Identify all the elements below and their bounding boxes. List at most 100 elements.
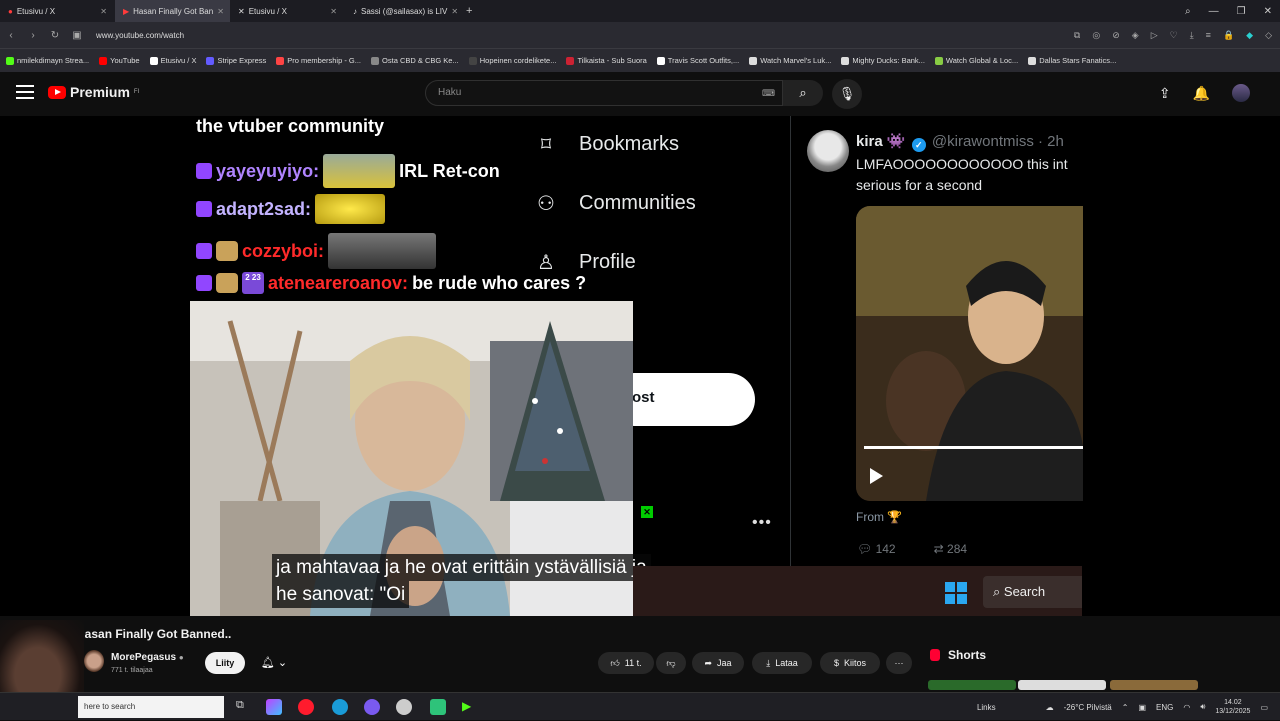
subscription-bell-button[interactable]: 🔔︎ ⌄ xyxy=(252,652,296,674)
like-button[interactable]: 👍︎ 11 t. xyxy=(598,652,654,674)
account-avatar[interactable] xyxy=(1232,84,1250,102)
thanks-button[interactable]: $ Kiitos xyxy=(820,652,880,674)
address-bar-tools: ⧉ ◎ ⊘ ◈ ▷ ♡ ⤓ ≡ 🔒 ◆ ◇ xyxy=(1074,22,1272,48)
bookmark-item[interactable]: Etusivu / X xyxy=(149,56,197,65)
bookmark-item[interactable]: Mighty Ducks: Bank... xyxy=(841,56,925,65)
menu-icon[interactable]: ≡ xyxy=(1206,30,1211,40)
share-button[interactable]: ➦ Jaa xyxy=(692,652,744,674)
tweet-author-name[interactable]: kira xyxy=(856,133,883,150)
close-tab-icon[interactable]: ✕ xyxy=(330,7,337,16)
shorts-label: Shorts xyxy=(948,648,987,662)
close-tab-icon[interactable]: ✕ xyxy=(451,7,458,16)
youtube-premium-logo[interactable]: Premium FI xyxy=(48,84,139,100)
dislike-button[interactable]: 👎︎ xyxy=(656,652,686,674)
kick-icon[interactable]: ▶ xyxy=(462,699,478,715)
download-icon[interactable]: ⤓ xyxy=(1190,30,1194,41)
play-icon[interactable]: ▷ xyxy=(1151,30,1158,41)
chevron-down-icon: ⌄ xyxy=(277,657,288,669)
browser-tab[interactable]: ♪ Sassi (@sailasax) is LIV ✕ xyxy=(345,0,460,22)
short-thumbnail[interactable] xyxy=(1018,680,1106,690)
vpn-icon[interactable]: ◈ xyxy=(1132,30,1139,41)
more-options-icon[interactable]: ••• xyxy=(752,514,772,532)
close-tab-icon[interactable]: ✕ xyxy=(217,7,224,16)
url-field[interactable]: www.youtube.com/watch xyxy=(96,31,184,40)
volume-icon[interactable]: 🔊︎ xyxy=(1200,702,1205,712)
taskbar-search-input[interactable]: here to search xyxy=(78,696,224,718)
video-progress-bar[interactable] xyxy=(864,446,1083,449)
search-input[interactable]: Haku xyxy=(425,80,783,106)
close-tab-icon[interactable]: ✕ xyxy=(100,7,107,16)
play-icon[interactable] xyxy=(870,468,883,484)
reload-icon[interactable]: ↻ xyxy=(44,30,66,41)
browser-tab[interactable]: ● Etusivu / X ✕ xyxy=(0,0,115,22)
language-indicator[interactable]: ENG xyxy=(1156,703,1173,712)
obs-icon[interactable] xyxy=(430,699,446,715)
browser-tab-active[interactable]: ▶ Hasan Finally Got Ban ✕ xyxy=(115,0,230,22)
user-badge-icon xyxy=(216,273,238,293)
edge-icon[interactable] xyxy=(332,699,348,715)
bookmark-item[interactable]: Travis Scott Outfits,... xyxy=(656,56,740,65)
weather-text[interactable]: -26°C Pilvistä xyxy=(1064,703,1112,712)
bookmark-item[interactable]: Osta CBD & CBG Ke... xyxy=(371,56,459,65)
lock-icon[interactable]: 🔒 xyxy=(1223,30,1234,41)
bookmark-label: Travis Scott Outfits,... xyxy=(667,56,740,65)
short-thumbnail[interactable] xyxy=(1110,680,1198,690)
links-label[interactable]: Links xyxy=(977,703,996,712)
camera-icon[interactable]: ◎ xyxy=(1092,30,1100,41)
wifi-icon[interactable]: ◠ xyxy=(1183,703,1190,712)
heart-icon[interactable]: ♡ xyxy=(1170,30,1178,41)
download-button[interactable]: ⤓ Lataa xyxy=(752,652,812,674)
search-tabs-icon[interactable]: ⌕ xyxy=(1185,6,1191,17)
new-tab-button[interactable]: + xyxy=(460,5,478,17)
back-icon[interactable]: ‹ xyxy=(0,30,22,41)
keyboard-icon[interactable]: ⌨ xyxy=(762,88,775,99)
minimize-icon[interactable]: — xyxy=(1209,6,1219,17)
forward-icon[interactable]: › xyxy=(22,30,44,41)
maximize-icon[interactable]: ❐ xyxy=(1237,6,1246,17)
x-menu-communities[interactable]: ⚇ Communities xyxy=(535,191,696,216)
close-window-icon[interactable]: ✕ xyxy=(1264,6,1272,17)
tweet-video[interactable] xyxy=(856,206,1083,501)
app-icon[interactable] xyxy=(396,699,412,715)
notification-icon[interactable]: ▭ xyxy=(1260,703,1268,712)
notifications-bell-icon[interactable]: 🔔 xyxy=(1193,85,1210,102)
discord-icon[interactable] xyxy=(364,699,380,715)
bookmark-item[interactable]: Watch Marvel's Luk... xyxy=(749,56,831,65)
clock[interactable]: 14.02 13/12/2025 xyxy=(1215,698,1250,716)
hamburger-menu-icon[interactable] xyxy=(16,85,34,99)
ai-icon[interactable]: ◆ xyxy=(1246,30,1253,41)
cube-icon[interactable]: ◇ xyxy=(1265,30,1272,41)
join-button[interactable]: Liity xyxy=(205,652,245,674)
more-actions-button[interactable]: ··· xyxy=(886,652,912,674)
bookmark-item[interactable]: Stripe Express xyxy=(206,56,266,65)
copilot-icon[interactable] xyxy=(266,699,282,715)
bookmark-item[interactable]: YouTube xyxy=(99,56,140,65)
bookmark-item[interactable]: Tilkaista - Sub Suora xyxy=(566,56,647,65)
x-menu-bookmarks[interactable]: ⌑ Bookmarks xyxy=(535,132,679,157)
chevron-up-icon[interactable]: ⌃ xyxy=(1122,703,1129,712)
extension-icon[interactable]: ⧉ xyxy=(1074,30,1080,41)
bookmark-item[interactable]: Hopeinen cordelikete... xyxy=(468,56,556,65)
bookmark-item[interactable]: Watch Global & Loc... xyxy=(934,56,1018,65)
reply-button[interactable]: 💬︎ 142 xyxy=(857,542,896,556)
microphone-icon[interactable]: 🎙 xyxy=(832,79,862,109)
tweet-avatar[interactable] xyxy=(807,130,849,172)
short-thumbnail[interactable] xyxy=(928,680,1016,690)
upload-icon[interactable]: ⇪ xyxy=(1159,85,1171,102)
bookmark-item[interactable]: Pro membership - G... xyxy=(276,56,361,65)
search-button[interactable]: ⌕ xyxy=(783,80,823,106)
video-player[interactable]: the vtuber community yayeyuyiyo: IRL Ret… xyxy=(0,116,1280,616)
shield-icon[interactable]: ▣ xyxy=(66,30,88,41)
bookmark-item[interactable]: Dallas Stars Fanatics... xyxy=(1028,56,1116,65)
tray-app-icon[interactable]: ▣ xyxy=(1138,703,1146,712)
adblock-icon[interactable]: ⊘ xyxy=(1112,30,1120,41)
channel-avatar[interactable] xyxy=(84,650,104,672)
retweet-button[interactable]: ⇄ 284 xyxy=(934,542,967,556)
x-menu-profile[interactable]: ♙ Profile xyxy=(535,250,636,275)
task-view-icon[interactable]: ⧉ xyxy=(236,699,252,715)
browser-tab[interactable]: ✕ Etusivu / X ✕ xyxy=(230,0,345,22)
bookmark-label: Etusivu / X xyxy=(160,56,197,65)
opera-gx-icon[interactable] xyxy=(298,699,314,715)
bookmark-item[interactable]: nmilekdimayn Strea... xyxy=(6,56,89,65)
channel-name[interactable]: MorePegasus ● xyxy=(111,652,184,663)
